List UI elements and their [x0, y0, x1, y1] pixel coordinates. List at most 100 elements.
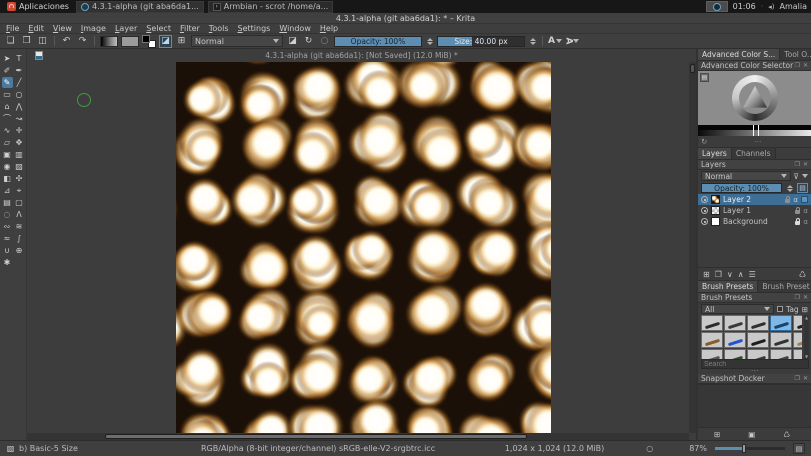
- layer-thumbnail[interactable]: [711, 195, 720, 204]
- tab-brush-preset-history[interactable]: Brush Preset History: [758, 281, 811, 292]
- user-menu[interactable]: Amalia: [779, 2, 807, 11]
- tool-ellipse[interactable]: ○: [14, 89, 25, 100]
- menu-layer[interactable]: Layer: [115, 24, 137, 33]
- layers-docker-header[interactable]: Layers ❐ ✕: [698, 160, 811, 170]
- tab-advanced-color-selector[interactable]: Advanced Color S...: [698, 49, 780, 60]
- brush-preset-tile[interactable]: [770, 349, 792, 359]
- add-layer-button[interactable]: ⊞: [703, 270, 710, 279]
- tool-polygon-select[interactable]: Λ: [14, 209, 25, 220]
- window-titlebar[interactable]: 4.3.1-alpha (git aba6da1): * – Krita: [0, 13, 811, 24]
- brush-tag-filter-dropdown[interactable]: All: [701, 304, 774, 314]
- brush-preset-tile[interactable]: [793, 315, 802, 331]
- tool-dynamic-brush[interactable]: ∿: [2, 125, 13, 136]
- close-docker-icon[interactable]: ✕: [803, 294, 808, 301]
- brush-preset-tile[interactable]: [701, 315, 723, 331]
- tool-measure[interactable]: ⌖: [14, 185, 25, 196]
- tool-line[interactable]: ╱: [14, 77, 25, 88]
- alpha-lock-icon[interactable]: α: [793, 196, 798, 204]
- brush-preset-tile[interactable]: [770, 315, 792, 331]
- undo-button[interactable]: ↶: [60, 35, 73, 48]
- tool-gradient[interactable]: ▥: [14, 149, 25, 160]
- menu-tools[interactable]: Tools: [209, 24, 229, 33]
- tool-polyline[interactable]: ⋀: [14, 101, 25, 112]
- menu-view[interactable]: View: [53, 24, 72, 33]
- tab-tool-options[interactable]: Tool O...: [780, 49, 811, 60]
- tool-shape-select[interactable]: ➤: [2, 53, 13, 64]
- menu-file[interactable]: File: [6, 24, 19, 33]
- layer-opacity-spinner[interactable]: [785, 182, 794, 194]
- float-docker-icon[interactable]: ❐: [795, 161, 800, 168]
- tool-bezier-select[interactable]: ∫: [14, 233, 25, 244]
- create-snapshot-button[interactable]: ⊞: [714, 430, 720, 439]
- close-docker-icon[interactable]: ✕: [803, 161, 808, 168]
- brush-preset-tile[interactable]: [793, 332, 802, 348]
- import-resource-icon[interactable]: ⊞: [802, 305, 808, 314]
- tool-zoom[interactable]: ⊕: [14, 245, 25, 256]
- brush-preset-tile[interactable]: [770, 332, 792, 348]
- menu-select[interactable]: Select: [146, 24, 171, 33]
- tool-rectangle[interactable]: ▭: [2, 89, 13, 100]
- tag-checkbox[interactable]: [777, 306, 783, 312]
- zoom-level[interactable]: 87%: [689, 444, 707, 453]
- brush-preset-tile[interactable]: [793, 349, 802, 359]
- brush-presets-header[interactable]: Brush Presets ❐ ✕: [698, 293, 811, 303]
- brush-preset-tile[interactable]: [724, 349, 746, 359]
- float-docker-icon[interactable]: ❐: [795, 62, 800, 69]
- scroll-up-icon[interactable]: ▲: [805, 315, 808, 320]
- move-layer-up-button[interactable]: ∧: [738, 270, 744, 279]
- size-spinner[interactable]: [528, 35, 537, 47]
- close-docker-icon[interactable]: ✕: [803, 375, 808, 382]
- tab-brush-presets[interactable]: Brush Presets: [698, 281, 758, 292]
- close-docker-icon[interactable]: ✕: [803, 62, 808, 69]
- menu-window[interactable]: Window: [279, 24, 311, 33]
- float-docker-icon[interactable]: ❐: [795, 294, 800, 301]
- alpha-lock-icon[interactable]: α: [803, 207, 808, 215]
- switch-snapshot-button[interactable]: ▣: [748, 430, 755, 439]
- edit-brush-settings-button[interactable]: ◪: [159, 35, 172, 48]
- layer-blending-mode-dropdown[interactable]: Normal: [701, 171, 791, 181]
- layer-visibility-icon[interactable]: [701, 218, 708, 225]
- tool-pattern-edit[interactable]: ▨: [14, 161, 25, 172]
- scroll-down-icon[interactable]: ▼: [805, 354, 808, 359]
- zoom-slider[interactable]: [715, 447, 785, 450]
- layer-row-background[interactable]: Background α: [698, 216, 811, 227]
- layer-more-button[interactable]: [801, 196, 808, 203]
- size-slider[interactable]: Size: 40.00 px: [437, 36, 525, 47]
- tool-color-sampler[interactable]: ◉: [2, 161, 13, 172]
- brush-preset-tile[interactable]: [747, 315, 769, 331]
- brush-preset-tile[interactable]: [701, 332, 723, 348]
- taskbar-window-terminal[interactable]: › Armbian - scrot /home/a...: [208, 1, 334, 13]
- layer-style-button[interactable]: ▤: [797, 183, 808, 193]
- tool-freehand-select[interactable]: ∾: [2, 221, 13, 232]
- brush-preset-tile[interactable]: [724, 315, 746, 331]
- tool-multibrush[interactable]: ✛: [14, 125, 25, 136]
- menu-help[interactable]: Help: [320, 24, 338, 33]
- canvas-horizontal-scrollbar[interactable]: [27, 433, 689, 440]
- tool-pan[interactable]: ✱: [2, 257, 13, 268]
- pattern-chooser-button[interactable]: [121, 36, 139, 47]
- tool-smart-patch[interactable]: ✣: [14, 173, 25, 184]
- layer-opacity-slider[interactable]: Opacity: 100%: [701, 183, 782, 193]
- tool-freehand-path[interactable]: ↝: [14, 113, 25, 124]
- save-button[interactable]: ◫: [36, 35, 49, 48]
- detach-canvas-button[interactable]: ○: [318, 35, 331, 48]
- tool-fill[interactable]: ◧: [2, 173, 13, 184]
- tool-polygon[interactable]: ⌂: [2, 101, 13, 112]
- menu-edit[interactable]: Edit: [28, 24, 44, 33]
- layer-lock-icon[interactable]: [795, 210, 800, 214]
- alpha-lock-icon[interactable]: α: [803, 218, 808, 226]
- layer-lock-icon[interactable]: [785, 199, 790, 203]
- layer-row-layer1[interactable]: Layer 1 α: [698, 205, 811, 216]
- float-docker-icon[interactable]: ❐: [795, 375, 800, 382]
- canvas-vertical-scrollbar[interactable]: [689, 62, 696, 433]
- tool-contiguous-select[interactable]: ≋: [14, 221, 25, 232]
- splitter-handle[interactable]: ⋯: [754, 137, 762, 146]
- opacity-slider[interactable]: Opacity: 100%: [334, 36, 422, 47]
- blending-mode-dropdown[interactable]: Normal: [191, 35, 283, 47]
- tool-assistants[interactable]: ⊿: [2, 185, 13, 196]
- selection-status-icon[interactable]: ○: [646, 444, 653, 453]
- menu-image[interactable]: Image: [81, 24, 106, 33]
- advanced-color-selector-header[interactable]: Advanced Color Selector ❐ ✕: [698, 61, 811, 71]
- layer-lock-icon[interactable]: [795, 221, 800, 225]
- tool-reference-images[interactable]: ▤: [2, 197, 13, 208]
